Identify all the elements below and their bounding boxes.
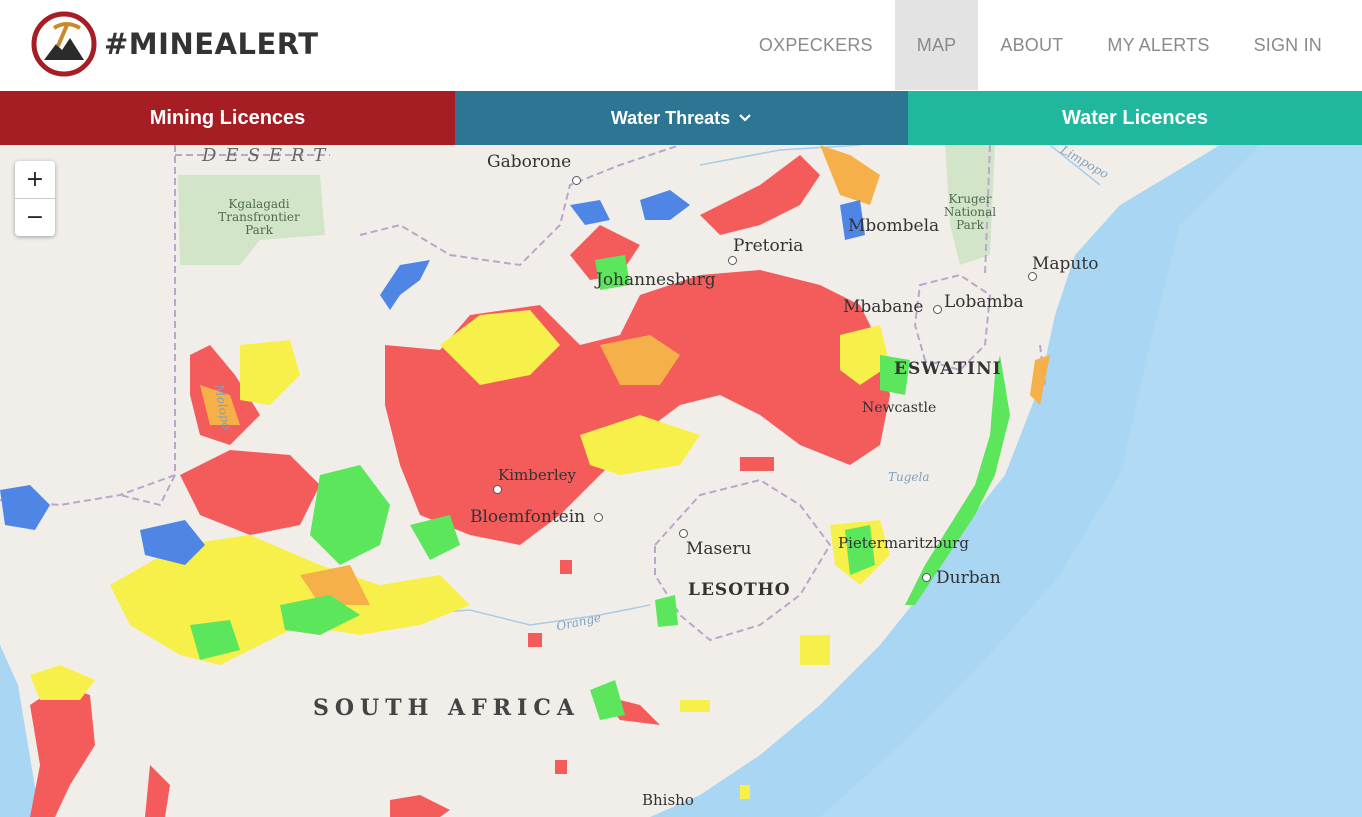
map-canvas[interactable] xyxy=(0,145,1362,817)
map-view[interactable]: + − DESERT Gaborone Kgalagadi Transfront… xyxy=(0,145,1362,817)
overlay-red-westcentral xyxy=(180,450,320,535)
map-label-durban: Durban xyxy=(936,568,1001,588)
brand-logo[interactable]: #MINEALERT xyxy=(30,10,319,78)
overlay-red-northeast xyxy=(700,155,820,235)
city-dot xyxy=(572,176,581,185)
tab-water-threats[interactable]: Water Threats xyxy=(455,91,908,145)
overlay-red-south2 xyxy=(390,795,450,817)
map-label-south-africa: SOUTH AFRICA xyxy=(313,695,580,721)
map-label-mbabane: Mbabane xyxy=(843,297,924,317)
map-label-johannesburg: Johannesburg xyxy=(596,270,716,290)
map-label-eswatini: ESWATINI xyxy=(894,359,1002,379)
map-label-newcastle: Newcastle xyxy=(862,400,937,416)
tab-mining-licences-label: Mining Licences xyxy=(149,106,306,129)
overlay-orange-2 xyxy=(820,145,880,205)
overlay-small xyxy=(680,700,710,712)
site-header: #MINEALERT OXPECKERS MAP ABOUT MY ALERTS… xyxy=(0,0,1362,90)
overlay-small xyxy=(740,785,750,799)
map-label-tugela: Tugela xyxy=(888,470,930,484)
map-label-kruger: Kruger National Park xyxy=(943,192,997,232)
city-dot xyxy=(679,529,688,538)
atlantic-ocean xyxy=(0,645,40,817)
nav-map[interactable]: MAP xyxy=(894,0,979,90)
nav-oxpeckers[interactable]: OXPECKERS xyxy=(737,0,895,90)
city-dot xyxy=(1028,272,1037,281)
city-dot xyxy=(594,513,603,522)
pickaxe-mine-logo-icon xyxy=(31,11,97,77)
overlay-small xyxy=(528,633,542,647)
map-label-lobamba: Lobamba xyxy=(944,292,1024,312)
overlay-blue-3 xyxy=(380,260,430,310)
overlay-yellow-northwest xyxy=(240,340,300,405)
overlay-blue-4 xyxy=(640,190,690,220)
map-label-pietermaritzburg: Pietermaritzburg xyxy=(838,534,969,552)
map-label-lesotho: LESOTHO xyxy=(688,580,791,600)
map-label-kimberley: Kimberley xyxy=(498,466,577,484)
map-label-gaborone: Gaborone xyxy=(487,152,572,172)
overlay-green-8 xyxy=(655,595,678,627)
city-dot xyxy=(728,256,737,265)
tab-water-threats-label: Water Threats xyxy=(610,107,731,128)
zoom-out-button[interactable]: − xyxy=(15,198,55,236)
zoom-in-button[interactable]: + xyxy=(15,161,55,198)
nav-about[interactable]: ABOUT xyxy=(978,0,1085,90)
city-dot xyxy=(933,305,942,314)
overlay-small xyxy=(560,560,572,574)
map-label-kgalagadi: Kgalagadi Transfrontier Park xyxy=(218,197,300,237)
map-label-bhisho: Bhisho xyxy=(642,791,694,809)
map-label-maputo: Maputo xyxy=(1032,254,1099,274)
eswatini-border xyxy=(913,273,992,372)
chevron-down-icon xyxy=(739,114,751,122)
map-label-desert: DESERT xyxy=(202,145,335,166)
overlay-red-westcoast xyxy=(30,685,95,817)
overlay-green-1 xyxy=(310,465,390,565)
overlay-blue-2 xyxy=(0,485,50,530)
overlay-blue-6 xyxy=(570,200,610,225)
overlay-small xyxy=(800,635,830,665)
overlay-small xyxy=(555,760,567,774)
overlay-red-central xyxy=(385,270,890,545)
tab-water-licences[interactable]: Water Licences xyxy=(908,91,1362,145)
tab-mining-licences[interactable]: Mining Licences xyxy=(0,91,455,145)
overlay-red-south xyxy=(145,765,170,817)
nav-sign-in[interactable]: SIGN IN xyxy=(1232,0,1344,90)
brand-name: #MINEALERT xyxy=(104,27,319,61)
main-nav: OXPECKERS MAP ABOUT MY ALERTS SIGN IN xyxy=(737,0,1344,90)
overlay-green-9 xyxy=(590,680,625,720)
zoom-control: + − xyxy=(15,161,55,236)
city-dot xyxy=(922,573,931,582)
overlay-small xyxy=(740,457,774,471)
map-label-maseru: Maseru xyxy=(686,539,752,559)
nav-my-alerts[interactable]: MY ALERTS xyxy=(1085,0,1231,90)
lesotho-border xyxy=(654,478,832,642)
map-label-bloemfontein: Bloemfontein xyxy=(470,507,586,527)
layer-tabs: Mining Licences Water Threats Water Lice… xyxy=(0,91,1362,145)
limpopo-river xyxy=(699,145,1101,186)
map-label-pretoria: Pretoria xyxy=(733,236,804,256)
map-label-mbombela: Mbombela xyxy=(848,216,940,236)
tab-water-licences-label: Water Licences xyxy=(1062,106,1208,129)
city-dot xyxy=(493,485,502,494)
